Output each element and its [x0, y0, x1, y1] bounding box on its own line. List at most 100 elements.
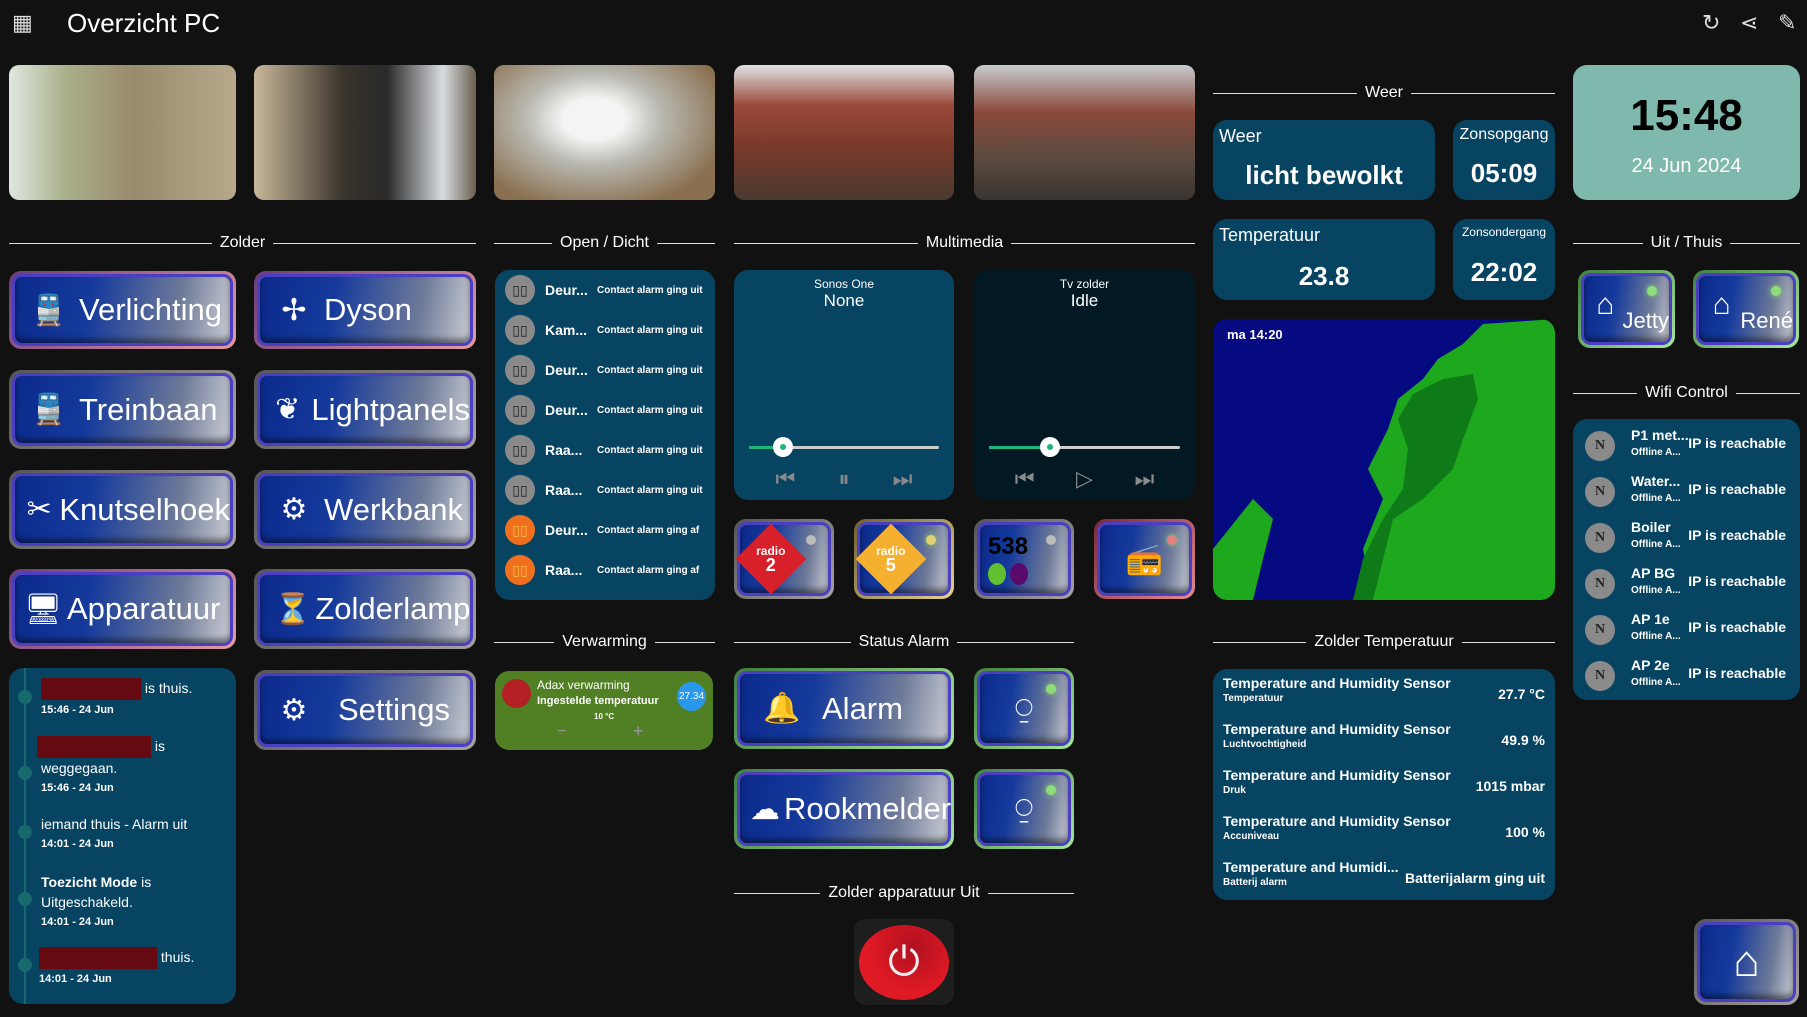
- contact-sensor-row[interactable]: ▯▯ Deur... Contact alarm ging uit: [505, 275, 710, 305]
- door-sensor-icon: ▯▯: [505, 355, 535, 385]
- timeline-item: is weggegaan. 15:46 - 24 Jun: [37, 736, 165, 798]
- sensor-row[interactable]: Temperature and Humidity Sensor Luchtvoch…: [1223, 721, 1545, 767]
- door-sensor-icon: ▯▯: [505, 475, 535, 505]
- wifi-device-row[interactable]: N Boiler Offline A... IP is reachable: [1581, 515, 1792, 561]
- media-player-tv-zolder[interactable]: Tv zolder Idle ⏮ ▷ ⏭: [974, 270, 1195, 500]
- rookmelder-button[interactable]: ☁ Rookmelder: [734, 769, 954, 849]
- home-button[interactable]: ⌂: [1694, 919, 1799, 1005]
- train-icon: 🚆: [30, 393, 68, 426]
- volume-slider[interactable]: [749, 437, 939, 457]
- radio-button[interactable]: 📻: [1094, 519, 1195, 599]
- contact-sensor-row[interactable]: ▯▯ Raa... Contact alarm ging uit: [505, 475, 710, 505]
- wifi-device-row[interactable]: N Water... Offline A... IP is reachable: [1581, 469, 1792, 515]
- door-sensor-icon: ▯▯: [505, 275, 535, 305]
- wifi-device-row[interactable]: N P1 met... Offline A... IP is reachable: [1581, 423, 1792, 469]
- previous-icon[interactable]: ⏮: [1015, 466, 1035, 492]
- rookmelder-siren-button[interactable]: ⍜: [974, 769, 1074, 849]
- section-weer: Weer: [1213, 83, 1555, 103]
- power-off-button[interactable]: ⏻: [854, 919, 954, 1005]
- treinbaan-button[interactable]: 🚆 Treinbaan: [9, 370, 236, 449]
- knutselhoek-button[interactable]: ✂ Knutselhoek: [9, 470, 236, 549]
- apparatuur-button[interactable]: 🖥 Apparatuur: [9, 569, 236, 649]
- leaf-icon: ❦: [275, 393, 301, 426]
- radio-5-button[interactable]: radio 5: [854, 519, 954, 599]
- timeline-item: is thuis. 15:46 - 24 Jun: [41, 678, 193, 717]
- media-player-sonos[interactable]: Sonos One None ⏮ ⏸ ⏭: [734, 270, 954, 500]
- door-sensor-icon: ▯▯: [505, 435, 535, 465]
- thermostat-card[interactable]: Adax verwarming Ingestelde temperatuur 1…: [495, 671, 713, 750]
- clock-date: 24 Jun 2024: [1631, 155, 1742, 177]
- camera-2[interactable]: [254, 65, 476, 200]
- lightpanels-button[interactable]: ❦ Lightpanels: [254, 370, 476, 449]
- zolder-temperature-card: Temperature and Humidity Sensor Temperatu…: [1213, 669, 1555, 900]
- radio-2-button[interactable]: radio 2: [734, 519, 834, 599]
- home-icon: ⌂: [1596, 288, 1615, 321]
- section-multimedia: Multimedia: [734, 233, 1195, 253]
- refresh-icon[interactable]: ↻: [1702, 10, 1720, 36]
- logbook-card: is thuis. 15:46 - 24 Jun is weggegaan. 15:4…: [9, 668, 236, 1004]
- play-icon[interactable]: ▷: [1076, 466, 1093, 492]
- decrease-button[interactable]: −: [557, 723, 566, 741]
- network-house-icon: N: [1585, 569, 1615, 599]
- door-sensor-icon: ▯▯: [505, 555, 535, 585]
- tools-icon: ✂: [26, 493, 52, 526]
- sensor-row[interactable]: Temperature and Humidity Sensor Temperatu…: [1223, 675, 1545, 721]
- edit-icon[interactable]: ✎: [1778, 10, 1796, 36]
- presence-rene-button[interactable]: ⌂ René: [1693, 270, 1799, 348]
- wifi-device-row[interactable]: N AP BG Offline A... IP is reachable: [1581, 561, 1792, 607]
- computer-icon: 🖥: [23, 592, 63, 626]
- sensor-row[interactable]: Temperature and Humidity Sensor Druk 1015 …: [1223, 767, 1545, 813]
- presence-jetty-button[interactable]: ⌂ Jetty: [1578, 270, 1675, 348]
- next-icon[interactable]: ⏭: [893, 466, 913, 492]
- increase-button[interactable]: +: [633, 721, 644, 742]
- section-zolder-temperatuur: Zolder Temperatuur: [1213, 632, 1555, 652]
- share-icon[interactable]: ⋖: [1740, 10, 1758, 36]
- contact-sensor-row[interactable]: ▯▯ Raa... Contact alarm ging af: [505, 555, 710, 585]
- wifi-device-row[interactable]: N AP 2e Offline A... IP is reachable: [1581, 653, 1792, 699]
- werkbank-button[interactable]: ⚙ Werkbank: [254, 470, 476, 549]
- previous-icon[interactable]: ⏮: [776, 466, 796, 492]
- radio-icon: 📻: [1125, 542, 1164, 576]
- network-house-icon: N: [1585, 477, 1615, 507]
- settings-button[interactable]: ⚙ Settings: [254, 670, 476, 750]
- dyson-button[interactable]: ✢ Dyson: [254, 271, 476, 349]
- contact-sensor-row[interactable]: ▯▯ Deur... Contact alarm ging uit: [505, 395, 710, 425]
- camera-5[interactable]: [974, 65, 1195, 200]
- wifi-control-card: N P1 met... Offline A... IP is reachable N Wa…: [1573, 419, 1800, 700]
- section-status-alarm: Status Alarm: [734, 632, 1074, 652]
- next-icon[interactable]: ⏭: [1134, 466, 1154, 492]
- weather-card[interactable]: Weer licht bewolkt: [1213, 120, 1435, 200]
- alarm-button[interactable]: 🔔 Alarm: [734, 668, 954, 749]
- network-house-icon: N: [1585, 431, 1615, 461]
- timeline-item: Toezicht Mode is Uitgeschakeld. 14:01 - 24…: [41, 874, 152, 928]
- home-icon: ⌂: [1733, 937, 1760, 986]
- camera-4[interactable]: [734, 65, 954, 200]
- camera-3[interactable]: [494, 65, 715, 200]
- redacted-name: [39, 947, 157, 970]
- sunset-card[interactable]: Zonsondergang 22:02: [1453, 219, 1555, 300]
- contact-sensor-row[interactable]: ▯▯ Kam... Contact alarm ging uit: [505, 315, 710, 345]
- weather-radar-map[interactable]: ma 14:20: [1213, 319, 1555, 600]
- sensor-row[interactable]: Temperature and Humidi... Batterij alarm B…: [1223, 859, 1545, 905]
- contact-sensor-row[interactable]: ▯▯ Deur... Contact alarm ging af: [505, 515, 710, 545]
- section-verwarming: Verwarming: [494, 632, 715, 652]
- verlichting-button[interactable]: 🚆 Verlichting: [9, 271, 236, 349]
- wifi-device-row[interactable]: N AP 1e Offline A... IP is reachable: [1581, 607, 1792, 653]
- contact-sensor-row[interactable]: ▯▯ Deur... Contact alarm ging uit: [505, 355, 710, 385]
- sensor-row[interactable]: Temperature and Humidity Sensor Accunivea…: [1223, 813, 1545, 859]
- current-temp-badge: 27.34: [677, 682, 706, 711]
- contact-sensor-row[interactable]: ▯▯ Raa... Contact alarm ging uit: [505, 435, 710, 465]
- volume-slider[interactable]: [989, 437, 1180, 457]
- radar-map-image: [1213, 319, 1555, 600]
- camera-1[interactable]: [9, 65, 236, 200]
- sunrise-card[interactable]: Zonsopgang 05:09: [1453, 120, 1555, 200]
- lamp-icon: ⏳: [274, 592, 312, 626]
- pause-icon[interactable]: ⏸: [838, 466, 849, 492]
- temperature-card[interactable]: Temperatuur 23.8: [1213, 219, 1435, 300]
- radio-538-button[interactable]: 538: [974, 519, 1074, 599]
- workbench-icon: ⚙: [280, 493, 308, 526]
- grid-icon[interactable]: ▦: [12, 10, 33, 36]
- alarm-siren-button[interactable]: ⍜: [974, 668, 1074, 749]
- door-sensor-icon: ▯▯: [505, 515, 535, 545]
- zolderlamp-button[interactable]: ⏳ Zolderlamp: [254, 569, 476, 649]
